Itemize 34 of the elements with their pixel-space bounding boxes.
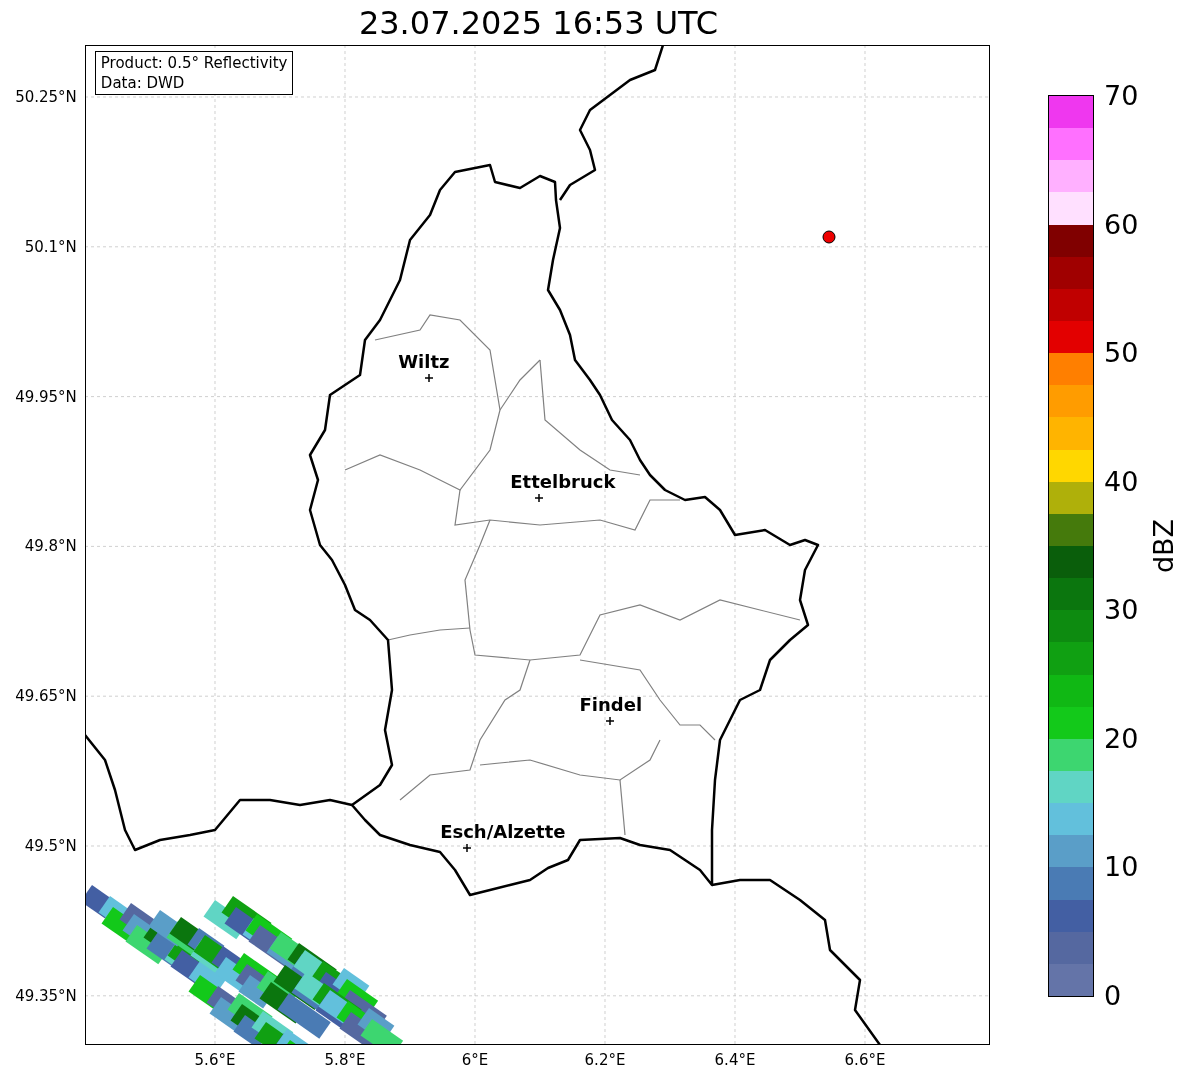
colorbar-label: dBZ — [1149, 518, 1179, 574]
colorbar-tick-label: 40 — [1104, 466, 1139, 497]
colorbar-tick-label: 30 — [1104, 595, 1139, 626]
city-label: Wiltz — [398, 352, 450, 372]
longitude-label: 5.6°E — [194, 1051, 236, 1069]
info-text: Product: 0.5° Reflectivity — [100, 53, 288, 73]
longitude-label: 6.4°E — [714, 1051, 756, 1069]
colorbar-tick-label: 60 — [1104, 209, 1139, 240]
colorbar-tick-label: 50 — [1104, 338, 1139, 369]
city-label: Esch/Alzette — [440, 822, 566, 842]
city-marker-icon — [424, 373, 434, 383]
colorbar-tick-label: 20 — [1104, 723, 1139, 754]
longitude-label: 6°E — [461, 1051, 489, 1069]
longitude-label: 5.8°E — [324, 1051, 366, 1069]
colorbar-tick-label: 0 — [1104, 981, 1122, 1011]
city-marker-icon — [605, 716, 615, 726]
latitude-label: 49.8°N — [24, 537, 77, 556]
city-marker-icon — [534, 493, 544, 503]
latitude-label: 49.95°N — [15, 387, 77, 406]
city-marker-icon — [462, 843, 472, 853]
latitude-label: 49.65°N — [15, 687, 77, 706]
latitude-label: 49.35°N — [15, 986, 77, 1005]
longitude-label: 6.2°E — [584, 1051, 626, 1069]
latitude-label: 49.5°N — [24, 837, 77, 855]
longitude-label: 6.6°E — [844, 1051, 886, 1069]
latitude-label: 50.1°N — [24, 237, 77, 256]
location-dot — [822, 230, 836, 244]
colorbar-tick-label: 70 — [1104, 81, 1139, 111]
colorbar-tick-label: 10 — [1104, 852, 1139, 883]
city-label: Ettelbruck — [510, 472, 616, 492]
info-text: Data: DWD — [100, 73, 186, 93]
chart-title: 23.07.2025 16:53 UTC — [358, 2, 719, 43]
latitude-label: 50.25°N — [15, 88, 77, 106]
city-label: Findel — [579, 695, 643, 715]
